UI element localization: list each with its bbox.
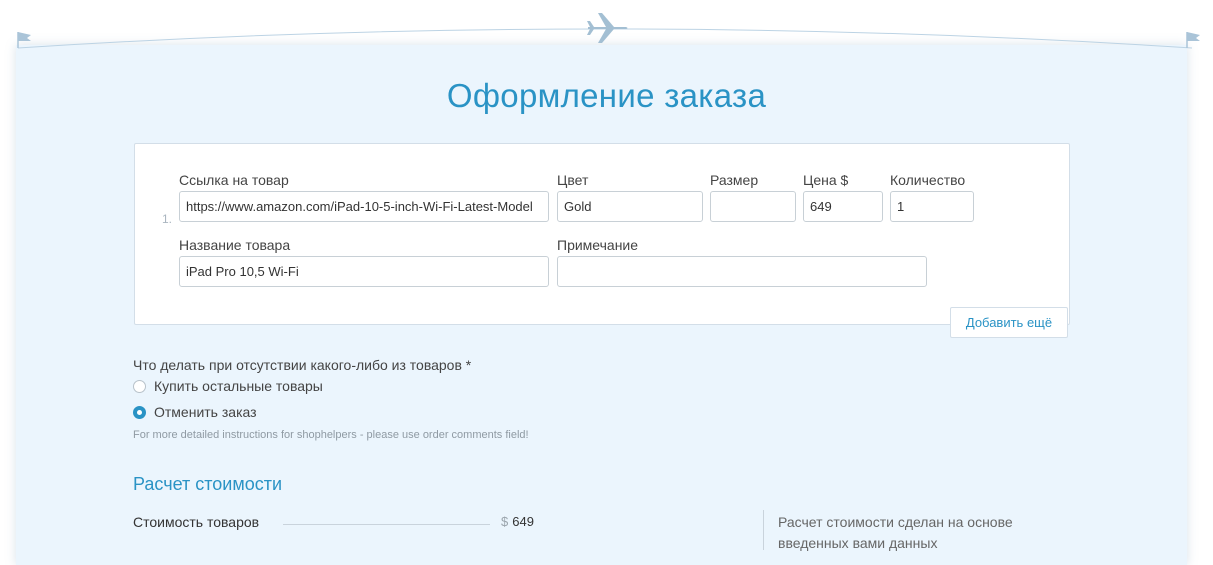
flag-icon: [17, 32, 31, 48]
option-buy-rest-label: Купить остальные товары: [154, 378, 323, 394]
airplane-icon: [587, 13, 628, 43]
cost-leader-line: [283, 524, 490, 525]
item-index: 1.: [162, 212, 173, 226]
option-cancel-order[interactable]: Отменить заказ: [133, 404, 257, 420]
currency-symbol: $: [501, 514, 509, 529]
size-input[interactable]: [710, 191, 796, 222]
color-label: Цвет: [557, 172, 589, 188]
quantity-label: Количество: [890, 172, 966, 188]
color-input[interactable]: Gold: [557, 191, 703, 222]
link-label: Ссылка на товар: [179, 172, 289, 188]
goods-cost-amount: 649: [512, 514, 534, 529]
option-buy-rest[interactable]: Купить остальные товары: [133, 378, 323, 394]
calc-title: Расчет стоимости: [133, 474, 283, 494]
price-label: Цена $: [803, 172, 849, 188]
flag-icon: [1186, 32, 1200, 48]
calc-note: Расчет стоимости сделан на основе введен…: [778, 514, 1013, 551]
product-name-input[interactable]: iPad Pro 10,5 Wi-Fi: [179, 256, 549, 287]
page-title: Оформление заказа: [446, 77, 767, 114]
goods-cost-label: Стоимость товаров: [133, 514, 260, 530]
add-more-button[interactable]: Добавить ещё: [950, 307, 1068, 338]
note-label: Примечание: [557, 237, 639, 253]
product-name-label: Название товара: [179, 237, 291, 253]
calc-divider: [763, 510, 764, 550]
header-decoration: [17, 13, 1200, 49]
size-label: Размер: [710, 172, 759, 188]
note-input[interactable]: [557, 256, 927, 287]
goods-cost-value: $649: [501, 514, 534, 529]
radio-cancel-order[interactable]: [133, 405, 146, 419]
price-input[interactable]: 649: [803, 191, 883, 222]
option-cancel-order-label: Отменить заказ: [154, 404, 257, 420]
missing-items-question: Что делать при отсутствии какого-либо из…: [133, 357, 472, 373]
radio-buy-rest[interactable]: [133, 379, 146, 393]
item-panel: 1. Ссылка на товар https://www.amazon.co…: [134, 143, 1070, 325]
instructions-hint: For more detailed instructions for shoph…: [133, 429, 529, 441]
quantity-input[interactable]: 1: [890, 191, 974, 222]
link-input[interactable]: https://www.amazon.com/iPad-10-5-inch-Wi…: [179, 191, 549, 222]
